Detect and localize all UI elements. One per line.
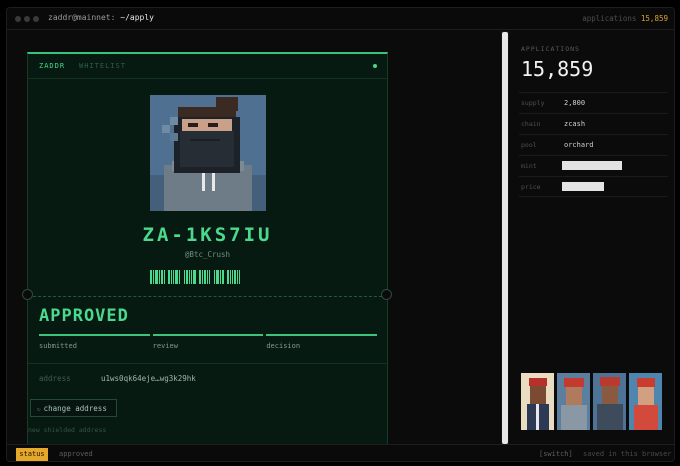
applications-count: 15,859 xyxy=(640,14,668,23)
stats-rows: supply 2,800 chain zcash pool orchard mi… xyxy=(519,92,668,197)
current-path: ~/apply xyxy=(120,13,154,22)
refresh-icon: ↻ xyxy=(37,406,41,413)
stat-value: zcash xyxy=(564,120,586,128)
status-bar: status approved [switch] saved in this b… xyxy=(7,444,674,461)
status-button[interactable]: status xyxy=(16,448,48,461)
nft-thumbnail[interactable] xyxy=(629,373,662,430)
progress-steps: submitted review decision xyxy=(39,334,378,350)
stats-panel: APPLICATIONS 15,859 supply 2,800 chain z… xyxy=(519,31,674,444)
app-window: zaddr@mainnet: ~/apply applications 15,8… xyxy=(6,7,675,462)
user-handle: @Btc_Crush xyxy=(184,250,231,259)
perforation-line xyxy=(28,296,387,297)
stat-key: mint xyxy=(521,162,537,170)
step-submitted: submitted xyxy=(39,334,150,350)
status-led-icon xyxy=(373,64,377,68)
scrollbar-thumb[interactable] xyxy=(502,32,508,444)
nft-thumbnail[interactable] xyxy=(521,373,554,430)
divider xyxy=(28,363,387,364)
address-label: address xyxy=(39,374,71,383)
applications-label: applications xyxy=(582,14,637,23)
address-value: u1ws0qk64eje…wg3k29hk xyxy=(101,374,196,383)
card-header: ZADDR WHITELIST xyxy=(28,54,387,79)
shield-note: new shielded address xyxy=(28,426,107,434)
stat-value: 2,800 xyxy=(564,99,586,107)
redacted-price-bar xyxy=(562,182,604,191)
window-close-icon[interactable] xyxy=(15,16,21,22)
card-tag: WHITELIST xyxy=(79,62,126,70)
redacted-mint-bar xyxy=(562,161,622,170)
step-decision: decision xyxy=(266,334,378,350)
avatar xyxy=(150,95,266,211)
stat-row-supply: supply 2,800 xyxy=(519,92,668,113)
nft-thumbnail[interactable] xyxy=(557,373,590,430)
barcode xyxy=(150,270,266,284)
applications-total: 15,859 xyxy=(521,57,594,81)
token-id: ZA-1KS7IU xyxy=(142,224,273,246)
change-address-button[interactable]: ↻ change address xyxy=(30,399,117,417)
switch-link[interactable]: [switch] xyxy=(539,450,573,458)
title-bar: zaddr@mainnet: ~/apply applications 15,8… xyxy=(7,8,674,30)
whitelist-card: ZADDR WHITELIST ZA-1KS7IU @Btc_Crush APP… xyxy=(27,52,388,452)
stat-key: chain xyxy=(521,120,541,128)
status-state: approved xyxy=(59,450,93,458)
stat-row-pool: pool orchard xyxy=(519,134,668,155)
card-brand: ZADDR xyxy=(39,62,66,70)
saved-note: saved in this browser xyxy=(583,450,672,458)
card-notch-left xyxy=(22,289,33,300)
stat-row-mint: mint xyxy=(519,155,668,176)
window-minimize-icon[interactable] xyxy=(24,16,30,22)
status-heading: APPROVED xyxy=(39,306,129,326)
nft-thumbnails xyxy=(521,373,662,430)
change-address-label: change address xyxy=(43,404,107,413)
stat-value: orchard xyxy=(564,141,594,149)
applications-title: APPLICATIONS xyxy=(521,45,580,53)
nft-thumbnail[interactable] xyxy=(593,373,626,430)
window-maximize-icon[interactable] xyxy=(33,16,39,22)
terminal-path: zaddr@mainnet: ~/apply xyxy=(48,13,154,22)
card-notch-right xyxy=(381,289,392,300)
stat-row-price: price xyxy=(519,176,668,197)
user-host: zaddr@mainnet: xyxy=(48,13,121,22)
applications-counter: applications 15,859 xyxy=(582,14,668,23)
stat-key: price xyxy=(521,183,541,191)
step-review: review xyxy=(152,334,264,350)
stat-key: supply xyxy=(521,99,545,107)
stat-key: pool xyxy=(521,141,537,149)
stat-row-chain: chain zcash xyxy=(519,113,668,134)
